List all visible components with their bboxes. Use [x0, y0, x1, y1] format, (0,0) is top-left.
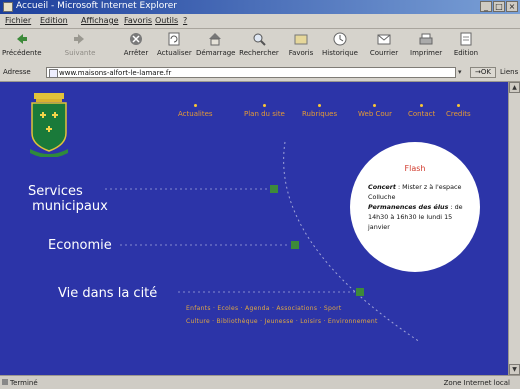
- link-services-municipaux[interactable]: Services municipaux: [28, 184, 108, 214]
- menu-favorites[interactable]: Favoris: [124, 16, 152, 25]
- back-button[interactable]: Précédente: [2, 31, 42, 64]
- menu-file[interactable]: Fichier: [5, 16, 31, 25]
- flash-permanences-label: Permanences des élus: [368, 203, 449, 211]
- toolbar: Précédente Suivante Arrêter Actualiser D…: [0, 29, 520, 66]
- menu-bar: Fichier Edition Affichage Favoris Outils…: [0, 14, 520, 29]
- menu-tools[interactable]: Outils: [155, 16, 178, 25]
- stop-icon: [130, 33, 142, 45]
- flash-title: Flash: [404, 164, 426, 173]
- maximize-button[interactable]: □: [493, 1, 505, 12]
- history-button[interactable]: Historique: [322, 31, 358, 64]
- address-label: Adresse: [3, 68, 31, 76]
- favorites-icon: [294, 34, 308, 45]
- forward-button[interactable]: Suivante: [62, 31, 98, 64]
- edit-icon: [460, 32, 472, 46]
- forward-arrow-icon: [74, 34, 84, 44]
- zone-text: Zone Internet local: [443, 379, 510, 387]
- printer-icon: [419, 33, 433, 45]
- node-vie-cite: [356, 288, 364, 296]
- status-bar: Terminé Zone Internet local: [0, 375, 520, 389]
- address-bar: Adresse www.maisons-alfort-le-lamare.fr …: [0, 65, 520, 82]
- window-title: Accueil - Microsoft Internet Explorer: [16, 1, 177, 11]
- history-icon: [333, 32, 347, 46]
- flash-body: Concert : Mister z à l'espace Colluche P…: [368, 182, 468, 232]
- status-text: Terminé: [10, 379, 38, 387]
- mail-icon: [377, 34, 391, 45]
- node-economie: [291, 241, 299, 249]
- page-icon: [49, 69, 58, 78]
- sub-links-line-1[interactable]: Enfants · Ecoles · Agenda · Associations…: [186, 305, 341, 312]
- node-services: [270, 185, 278, 193]
- search-button[interactable]: Rechercher: [238, 31, 280, 64]
- page-content: Actualites Plan du site Rubriques Web Co…: [0, 82, 508, 375]
- sub-links-line-2[interactable]: Culture · Bibliothèque · Jeunesse · Lois…: [186, 318, 378, 325]
- back-arrow-icon: [17, 34, 27, 44]
- home-button[interactable]: Démarrage: [196, 31, 235, 64]
- page-status-icon: [2, 379, 8, 385]
- menu-view[interactable]: Affichage: [81, 16, 119, 25]
- menu-help[interactable]: ?: [183, 16, 187, 25]
- print-button[interactable]: Imprimer: [410, 31, 442, 64]
- minimize-button[interactable]: _: [480, 1, 492, 12]
- flash-concert-label: Concert: [368, 183, 396, 191]
- scroll-up-icon[interactable]: ▲: [509, 82, 520, 93]
- go-button[interactable]: →OK: [470, 67, 496, 78]
- edit-button[interactable]: Edition: [452, 31, 480, 64]
- search-icon: [253, 33, 266, 46]
- refresh-icon: [168, 32, 180, 46]
- link-economie[interactable]: Economie: [48, 238, 112, 253]
- home-icon: [209, 33, 221, 46]
- browser-window: Accueil - Microsoft Internet Explorer _ …: [0, 0, 520, 389]
- address-input[interactable]: www.maisons-alfort-le-lamare.fr: [46, 67, 456, 78]
- ie-logo-icon: [3, 2, 13, 12]
- refresh-button[interactable]: Actualiser: [157, 31, 192, 64]
- chevron-down-icon[interactable]: ▾: [458, 68, 462, 76]
- close-button[interactable]: ×: [506, 1, 518, 12]
- title-bar: Accueil - Microsoft Internet Explorer _ …: [0, 0, 520, 14]
- address-url: www.maisons-alfort-le-lamare.fr: [59, 69, 172, 77]
- scroll-down-icon[interactable]: ▼: [509, 364, 520, 375]
- flash-news-bubble: Flash Concert : Mister z à l'espace Coll…: [350, 142, 480, 272]
- favorites-button[interactable]: Favoris: [287, 31, 315, 64]
- menu-edit[interactable]: Edition: [40, 16, 68, 25]
- vertical-scrollbar[interactable]: ▲ ▼: [508, 82, 520, 375]
- stop-button[interactable]: Arrêter: [122, 31, 150, 64]
- link-vie-dans-la-cite[interactable]: Vie dans la cité: [58, 286, 157, 301]
- mail-button[interactable]: Courrier: [368, 31, 400, 64]
- links-button[interactable]: Liens: [500, 68, 518, 76]
